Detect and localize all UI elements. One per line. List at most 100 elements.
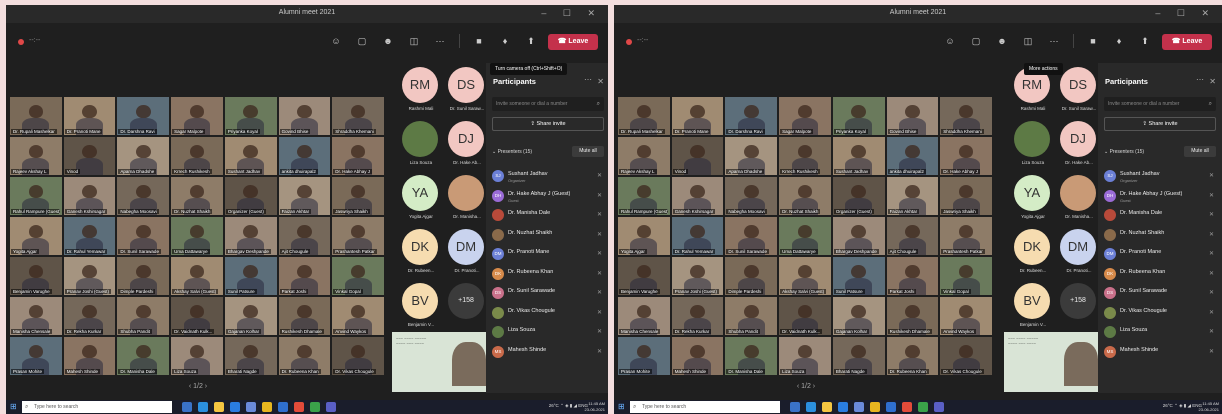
mic-muted-icon[interactable]: ✕ (597, 172, 602, 179)
video-tile[interactable]: Vinod (63, 137, 116, 175)
participant-row[interactable]: DH Dr. Hake Abhay J (Guest) Guest ✕ (492, 187, 604, 207)
video-tile[interactable]: Dr. Rekha Kurkar (671, 297, 724, 335)
participant-row[interactable]: Dr. Vikas Chougule ✕ (1104, 304, 1216, 324)
more-icon[interactable]: ⋯ (1047, 34, 1061, 48)
participant-row[interactable]: Liza Souza ✕ (492, 323, 604, 343)
video-tile[interactable]: Vinod (671, 137, 724, 175)
mic-muted-icon[interactable]: ✕ (1209, 192, 1214, 199)
participant-avatar[interactable]: YA (402, 175, 438, 211)
people-icon[interactable]: ☺ (943, 34, 957, 48)
video-tile[interactable]: Rushikesh Dhamale (886, 297, 939, 335)
mic-muted-icon[interactable]: ✕ (1209, 270, 1214, 277)
video-tile[interactable]: Rahul Rampure (Guest) (618, 177, 670, 215)
video-tile[interactable]: Priyanka Koyal (224, 97, 277, 135)
video-tile[interactable]: Jaswriya Shaikh (332, 177, 384, 215)
video-tile[interactable]: Dimple Pardeshi (725, 257, 778, 295)
video-tile[interactable]: Faizan Akhtar (886, 177, 939, 215)
video-tile[interactable]: Dr. Hake Abhay J (940, 137, 992, 175)
video-tile[interactable]: Dr. Darshna Ravi (117, 97, 170, 135)
share-invite-button[interactable]: ⇪ Share invite (492, 117, 604, 131)
panel-more-icon[interactable]: ⋯ (1196, 75, 1204, 84)
video-tile[interactable]: Dr. Rahul Yemawar (63, 217, 116, 255)
video-tile[interactable]: Uma Dattawarye (171, 217, 223, 255)
participant-avatar[interactable]: DS (448, 67, 484, 103)
mail-icon[interactable] (854, 402, 864, 412)
video-tile[interactable]: Akshay Salvi (Guest) (171, 257, 223, 295)
video-tile[interactable]: Shraddha Khemani (940, 97, 992, 135)
video-tile[interactable]: Parkat Joshi (278, 257, 331, 295)
participant-avatar[interactable]: DK (1014, 229, 1050, 265)
participant-photo[interactable] (1014, 121, 1050, 157)
video-tile[interactable]: Uma Dattawarye (779, 217, 831, 255)
edge-icon[interactable] (198, 402, 208, 412)
video-tile[interactable]: Prasan Mohite (618, 337, 670, 375)
panel-more-icon[interactable]: ⋯ (584, 75, 592, 84)
participant-row[interactable]: DK Dr. Rubeena Khan ✕ (492, 265, 604, 285)
video-tile[interactable]: Priyanka Koyal (832, 97, 885, 135)
participant-row[interactable]: DS Dr. Sunil Sarawade ✕ (1104, 284, 1216, 304)
mic-muted-icon[interactable]: ✕ (597, 348, 602, 355)
video-tile[interactable]: Ganesh Kshirsagar (63, 177, 116, 215)
teams-icon[interactable] (934, 402, 944, 412)
video-tile[interactable]: Yogita Ajgar (618, 217, 670, 255)
people-icon[interactable]: ☺ (329, 34, 343, 48)
participant-row[interactable]: DS Dr. Sunil Sarawade ✕ (492, 284, 604, 304)
video-tile[interactable]: Dr. Rupali Mashelkar (618, 97, 670, 135)
video-tile[interactable]: Dr. Rahul Yemawar (671, 217, 724, 255)
video-tile[interactable]: Dr. Vaidnath Kulk... (171, 297, 223, 335)
participant-avatar[interactable]: DJ (448, 121, 484, 157)
mic-muted-icon[interactable]: ✕ (597, 211, 602, 218)
explorer-icon[interactable] (822, 402, 832, 412)
video-tile[interactable]: Dr. Manisha Dale (725, 337, 778, 375)
video-tile[interactable]: Gajanan Kolhar (832, 297, 885, 335)
participant-photo[interactable] (402, 121, 438, 157)
camera-icon[interactable]: ■ (472, 34, 486, 48)
video-tile[interactable]: Dr. Rupali Mashelkar (10, 97, 62, 135)
mic-muted-icon[interactable]: ✕ (597, 192, 602, 199)
explorer-icon[interactable] (214, 402, 224, 412)
video-tile[interactable]: Dr. Darshna Ravi (725, 97, 778, 135)
participant-photo[interactable] (448, 175, 484, 211)
video-tile[interactable]: Liza Souza (171, 337, 223, 375)
video-tile[interactable]: Dr. Pranoti Mane (671, 97, 724, 135)
video-tile[interactable]: Prashantesh Patkar (940, 217, 992, 255)
video-tile[interactable]: Anvind Waykos (332, 297, 384, 335)
mail-icon[interactable] (246, 402, 256, 412)
video-tile[interactable]: Krrech Rushikesh (779, 137, 831, 175)
video-tile[interactable]: ankita dhuirapal2 (278, 137, 331, 175)
video-tile[interactable]: Nabegha Moosavi (725, 177, 778, 215)
participant-row[interactable]: MS Mahesh Shinde ✕ (492, 343, 604, 363)
taskbar-clock[interactable]: 11:45 AM 23-06-2021 (585, 401, 605, 413)
mic-muted-icon[interactable]: ✕ (1209, 348, 1214, 355)
participant-row[interactable]: DM Dr. Pranoti Mane ✕ (1104, 245, 1216, 265)
video-tile[interactable]: Manisha Chensale (10, 297, 62, 335)
video-tile[interactable]: Pranav Joshi (Guest) (671, 257, 724, 295)
participant-avatar[interactable]: RM (402, 67, 438, 103)
video-tile[interactable]: Dr. Rubeena Khan (278, 337, 331, 375)
video-tile[interactable]: Rushikesh Dhamale (278, 297, 331, 335)
gallery-pager[interactable]: ‹ 1/2 › (614, 383, 998, 390)
participant-row[interactable]: DM Dr. Pranoti Mane ✕ (492, 245, 604, 265)
store-icon[interactable] (230, 402, 240, 412)
system-tray[interactable]: 26°C ⌃ ◈ ▮ ◢ ENG (1163, 403, 1202, 409)
video-tile[interactable]: Bharati Nagde (224, 337, 277, 375)
video-tile[interactable]: Dr. Manisha Dale (117, 337, 170, 375)
mic-muted-icon[interactable]: ✕ (1209, 289, 1214, 296)
share-icon[interactable]: ⬆ (524, 34, 538, 48)
participant-avatar[interactable]: DJ (1060, 121, 1096, 157)
mute-all-button[interactable]: Mute all (1184, 146, 1216, 157)
chrome-icon[interactable] (902, 402, 912, 412)
reactions-icon[interactable]: ☻ (995, 34, 1009, 48)
video-tile[interactable]: Dr. Sunil Sarawade (725, 217, 778, 255)
windows-start-icon[interactable]: ⊞ (618, 403, 626, 411)
participant-row[interactable]: Dr. Nuzhat Shaikh ✕ (492, 226, 604, 246)
video-tile[interactable]: Shubha Pandit (117, 297, 170, 335)
mic-muted-icon[interactable]: ✕ (597, 231, 602, 238)
video-tile[interactable]: Govind Bhise (886, 97, 939, 135)
task-view-icon[interactable] (182, 402, 192, 412)
participant-row[interactable]: Liza Souza ✕ (1104, 323, 1216, 343)
video-tile[interactable]: Aparna Dhadshe (725, 137, 778, 175)
video-tile[interactable]: Govind Bhise (278, 97, 331, 135)
app-icon[interactable] (262, 402, 272, 412)
video-tile[interactable]: Gajanan Kolhar (224, 297, 277, 335)
